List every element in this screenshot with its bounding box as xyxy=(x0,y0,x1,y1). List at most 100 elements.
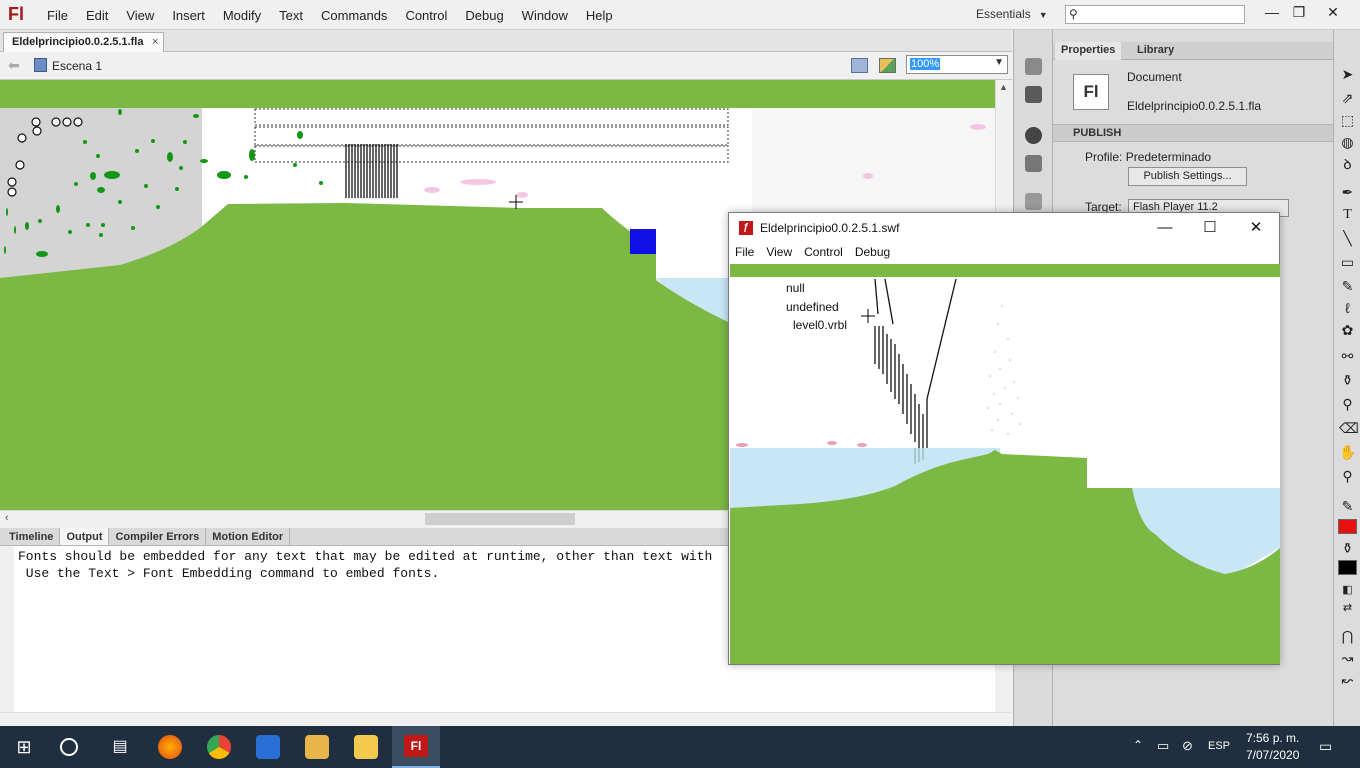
file-explorer-icon[interactable] xyxy=(354,735,378,759)
swf-menu-file[interactable]: File xyxy=(729,243,760,263)
network-icon[interactable]: ▭ xyxy=(1157,738,1169,754)
taskbar-flash-active[interactable]: Fl xyxy=(392,726,440,768)
profile-label: Profile: xyxy=(1085,150,1123,164)
swap-colors-icon[interactable]: ⇄ xyxy=(1339,600,1356,617)
media-player-icon[interactable] xyxy=(256,735,280,759)
back-arrow-icon[interactable]: ⬅ xyxy=(8,57,20,74)
scroll-left-icon[interactable]: ‹ xyxy=(5,512,9,524)
line-tool-icon[interactable]: ╲ xyxy=(1339,230,1356,247)
document-name: Eldelprincipio0.0.2.5.1.fla xyxy=(1127,99,1262,113)
black-white-icon[interactable]: ◧ xyxy=(1339,582,1356,599)
swf-player-window[interactable]: ƒ Eldelprincipio0.0.2.5.1.swf — ☐ ✕ File… xyxy=(728,212,1280,665)
color-panel-icon[interactable] xyxy=(1025,58,1042,75)
pencil-icon[interactable]: ✎ xyxy=(1339,278,1356,295)
publish-section-header[interactable]: PUBLISH xyxy=(1053,124,1333,142)
chevron-down-icon: ▼ xyxy=(1038,10,1048,20)
stroke-color-swatch[interactable] xyxy=(1338,519,1357,534)
menu-debug[interactable]: Debug xyxy=(456,8,512,23)
search-input[interactable]: ⚲ xyxy=(1065,5,1245,24)
document-tab[interactable]: Eldelprincipio0.0.2.5.1.fla × xyxy=(3,32,165,52)
tab-timeline[interactable]: Timeline xyxy=(3,528,61,545)
tab-motion-editor[interactable]: Motion Editor xyxy=(206,528,291,545)
deco-tool-icon[interactable]: ✿ xyxy=(1339,322,1356,339)
eyedropper-icon[interactable]: ⚲ xyxy=(1339,396,1356,413)
swf-stage[interactable]: null undefined level0.vrbl xyxy=(730,264,1280,664)
tab-properties[interactable]: Properties xyxy=(1055,42,1122,60)
code-snippets-icon[interactable] xyxy=(1025,193,1042,210)
edit-symbols-icon[interactable] xyxy=(851,58,868,73)
volume-muted-icon[interactable]: ⊘ xyxy=(1182,738,1193,754)
lasso-icon[interactable]: ꝺ xyxy=(1339,156,1356,173)
menu-control[interactable]: Control xyxy=(396,8,456,23)
menu-view[interactable]: View xyxy=(117,8,163,23)
app-lightning-icon[interactable] xyxy=(305,735,329,759)
swf-top-ground xyxy=(730,264,1280,277)
bone-tool-icon[interactable]: ⚯ xyxy=(1339,348,1356,365)
clock-time[interactable]: 7:56 p. m. xyxy=(1246,731,1299,745)
tab-output[interactable]: Output xyxy=(60,528,110,545)
straighten-icon[interactable]: ↜ xyxy=(1339,672,1356,689)
hand-tool-icon[interactable]: ✋ xyxy=(1339,444,1356,461)
swf-close-button[interactable]: ✕ xyxy=(1233,217,1279,239)
zoom-tool-icon[interactable]: ⚲ xyxy=(1339,468,1356,485)
notifications-icon[interactable]: ▭ xyxy=(1319,738,1332,755)
document-tab-label: Eldelprincipio0.0.2.5.1.fla xyxy=(12,36,144,48)
tab-library[interactable]: Library xyxy=(1131,42,1180,60)
search-circle-icon[interactable] xyxy=(60,738,78,756)
menu-insert[interactable]: Insert xyxy=(163,8,214,23)
tab-compiler-errors[interactable]: Compiler Errors xyxy=(109,528,207,545)
menu-modify[interactable]: Modify xyxy=(214,8,270,23)
rectangle-tool-icon[interactable]: ▭ xyxy=(1339,254,1356,271)
3d-rotation-icon[interactable]: ◍ xyxy=(1339,134,1356,151)
menu-file[interactable]: File xyxy=(38,8,77,23)
menu-window[interactable]: Window xyxy=(513,8,577,23)
swf-menu-bar: File View Control Debug xyxy=(729,243,1279,263)
pen-tool-icon[interactable]: ✒ xyxy=(1339,184,1356,201)
smooth-icon[interactable]: ↝ xyxy=(1339,650,1356,667)
close-icon[interactable]: × xyxy=(152,33,158,51)
swf-menu-control[interactable]: Control xyxy=(798,243,849,263)
swatches-icon[interactable] xyxy=(1025,86,1042,103)
edit-scene-icon[interactable] xyxy=(879,58,896,73)
windows-start-icon[interactable]: ⊞ xyxy=(12,735,36,759)
swf-minimize-button[interactable]: — xyxy=(1142,217,1188,239)
brush-icon[interactable]: ℓ xyxy=(1339,300,1356,317)
snap-magnet-icon[interactable]: ⋂ xyxy=(1339,628,1356,645)
paint-bucket-icon[interactable]: ⚱ xyxy=(1339,372,1356,389)
clock-date[interactable]: 7/07/2020 xyxy=(1246,748,1299,762)
chevron-up-icon[interactable]: ⌃ xyxy=(1133,738,1143,752)
menu-help[interactable]: Help xyxy=(577,8,622,23)
subselection-tool-icon[interactable]: ⇗ xyxy=(1339,90,1356,107)
eraser-icon[interactable]: ⌫ xyxy=(1339,420,1359,437)
restore-button[interactable]: ❐ xyxy=(1282,0,1316,26)
selection-tool-icon[interactable]: ➤ xyxy=(1339,66,1356,83)
task-view-icon[interactable]: ▤ xyxy=(108,735,132,759)
close-button[interactable]: ✕ xyxy=(1316,0,1350,26)
fill-color-icon[interactable]: ⚱ xyxy=(1339,540,1356,557)
info-icon[interactable] xyxy=(1025,127,1042,144)
language-indicator[interactable]: ESP xyxy=(1208,740,1230,752)
stroke-color-icon[interactable]: ✎ xyxy=(1339,498,1356,515)
swf-menu-debug[interactable]: Debug xyxy=(849,243,896,263)
swf-titlebar[interactable]: ƒ Eldelprincipio0.0.2.5.1.swf — ☐ ✕ xyxy=(729,213,1279,243)
zoom-select[interactable]: 100% ▼ xyxy=(906,55,1008,74)
tools-panel: ➤ ⇗ ⬚ ◍ ꝺ ✒ T ╲ ▭ ✎ ℓ ✿ ⚯ ⚱ ⚲ ⌫ ✋ ⚲ ✎ ⚱ … xyxy=(1333,30,1360,726)
fill-color-swatch[interactable] xyxy=(1338,560,1357,575)
menu-edit[interactable]: Edit xyxy=(77,8,117,23)
chrome-icon[interactable] xyxy=(207,735,231,759)
swf-menu-view[interactable]: View xyxy=(760,243,798,263)
menu-commands[interactable]: Commands xyxy=(312,8,396,23)
publish-settings-button[interactable]: Publish Settings... xyxy=(1128,167,1247,186)
scroll-thumb[interactable] xyxy=(425,513,575,525)
firefox-icon[interactable] xyxy=(158,735,182,759)
swf-maximize-button[interactable]: ☐ xyxy=(1187,217,1233,239)
text-tool-icon[interactable]: T xyxy=(1339,206,1356,223)
top-ground-strip xyxy=(0,80,995,108)
menu-text[interactable]: Text xyxy=(270,8,312,23)
workspace-switcher[interactable]: Essentials ▼ xyxy=(976,7,1048,21)
transform-icon[interactable] xyxy=(1025,155,1042,172)
output-horizontal-scrollbar[interactable] xyxy=(0,712,1011,726)
app-logo: Fl xyxy=(8,4,24,24)
free-transform-icon[interactable]: ⬚ xyxy=(1339,112,1356,129)
scroll-up-icon[interactable]: ▲ xyxy=(999,82,1008,92)
